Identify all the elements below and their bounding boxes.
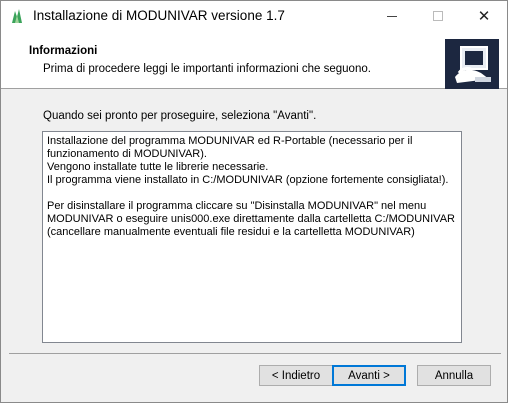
memo-paragraph-install: Installazione del programma MODUNIVAR ed… [47,135,449,186]
minimize-icon [387,15,397,17]
memo-paragraph-uninstall: Per disinstallare il programma cliccare … [47,200,455,238]
app-icon [12,9,22,23]
installer-computer-icon [445,39,499,89]
next-button[interactable]: Avanti > [332,365,406,386]
page-subtitle: Prima di procedere leggi le importanti i… [43,63,371,75]
cancel-button[interactable]: Annulla [417,365,491,386]
maximize-button[interactable] [415,1,461,31]
close-icon: ✕ [477,7,491,25]
maximize-icon [433,11,443,21]
title-bar[interactable]: Installazione di MODUNIVAR versione 1.7 … [1,1,507,31]
memo-spacer [47,187,457,200]
wizard-header: Informazioni Prima di procedere leggi le… [1,31,507,89]
installer-window: Installazione di MODUNIVAR versione 1.7 … [0,0,508,403]
info-memo[interactable]: Installazione del programma MODUNIVAR ed… [42,131,462,343]
page-title: Informazioni [29,45,98,57]
back-button[interactable]: < Indietro [259,365,333,386]
footer-divider [9,353,501,354]
window-title: Installazione di MODUNIVAR versione 1.7 [33,8,285,23]
intro-text: Quando sei pronto per proseguire, selezi… [43,110,317,122]
close-button[interactable]: ✕ [461,1,507,31]
minimize-button[interactable] [369,1,415,31]
